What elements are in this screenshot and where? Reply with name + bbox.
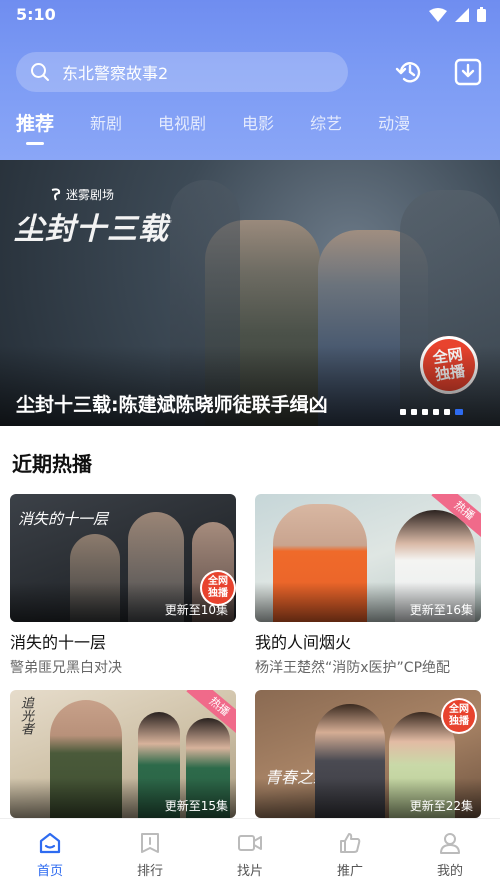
- search-query: 东北警察故事2: [62, 64, 169, 83]
- show-thumbnail: 消失的十一层 全网 独播 更新至10集: [10, 494, 236, 622]
- episode-update: 更新至15集: [164, 799, 228, 813]
- nav-label: 排行: [136, 864, 163, 879]
- header: 5:10 东北警察故事2 推荐 新剧 电视剧 电影 综艺 动漫: [0, 0, 500, 160]
- banner-dot[interactable]: [444, 409, 450, 415]
- nav-ranking[interactable]: 排行: [100, 819, 200, 888]
- banner-dot[interactable]: [411, 409, 417, 415]
- wifi-icon: [429, 7, 447, 22]
- show-thumbnail: 追光者 热播 更新至15集: [10, 690, 236, 818]
- show-subtitle: 杨洋王楚然“消防x医护”CP绝配: [255, 660, 451, 676]
- status-bar: 5:10: [0, 0, 500, 30]
- show-card[interactable]: 热播 更新至16集 我的人间烟火 杨洋王楚然“消防x医护”CP绝配: [255, 494, 481, 677]
- history-button[interactable]: [392, 54, 428, 90]
- tab-variety[interactable]: 综艺: [310, 112, 342, 136]
- show-card[interactable]: 青春之约 全网 独播 更新至22集: [255, 690, 481, 818]
- search-input[interactable]: 东北警察故事2: [16, 52, 348, 92]
- tab-movie[interactable]: 电影: [242, 112, 274, 136]
- episode-update: 更新至22集: [409, 799, 473, 813]
- nav-promote[interactable]: 推广: [300, 819, 400, 888]
- status-icons: [429, 7, 486, 22]
- episode-update: 更新至16集: [409, 603, 473, 617]
- nav-home[interactable]: 首页: [0, 819, 100, 888]
- banner-dot[interactable]: [422, 409, 428, 415]
- banner-dot-active[interactable]: [455, 409, 463, 415]
- search-icon: [31, 63, 49, 81]
- banner-dot[interactable]: [433, 409, 439, 415]
- episode-update: 更新至10集: [164, 603, 228, 617]
- show-title: 消失的十一层: [10, 633, 107, 652]
- show-title: 我的人间烟火: [255, 633, 352, 652]
- banner-logo-text: 迷雾剧场: [66, 188, 115, 202]
- nav-label: 推广: [336, 864, 363, 879]
- show-thumbnail: 青春之约 全网 独播 更新至22集: [255, 690, 481, 818]
- thumb-title-art: 追光者: [18, 696, 33, 735]
- nav-label: 我的: [436, 864, 463, 879]
- banner-dot[interactable]: [400, 409, 406, 415]
- tab-recommend[interactable]: 推荐: [16, 112, 54, 145]
- home-icon: [39, 832, 61, 854]
- banner-pagination: [400, 409, 463, 415]
- thumbs-up-icon: [340, 833, 361, 853]
- download-icon: [454, 58, 482, 86]
- hero-banner[interactable]: 迷雾剧场 尘封十三载 全网 独播: [0, 160, 500, 426]
- thumb-title-art: 消失的十一层: [18, 510, 109, 528]
- show-thumbnail: 热播 更新至16集: [255, 494, 481, 622]
- battery-icon: [477, 7, 486, 22]
- status-time: 5:10: [16, 5, 56, 24]
- section-title: 近期热播: [12, 452, 92, 476]
- tab-anime[interactable]: 动漫: [378, 112, 410, 136]
- video-camera-icon: [238, 835, 262, 851]
- nav-label: 首页: [36, 864, 63, 879]
- category-tabs: 推荐 新剧 电视剧 电影 综艺 动漫: [16, 112, 446, 145]
- tab-tv-series[interactable]: 电视剧: [158, 112, 206, 136]
- person-icon: [440, 833, 460, 854]
- banner-show-logo: 尘封十三载: [14, 212, 169, 247]
- nav-mine[interactable]: 我的: [400, 819, 500, 888]
- history-icon: [395, 62, 421, 83]
- mist-theater-logo-icon: [51, 187, 61, 200]
- download-button[interactable]: [450, 54, 486, 90]
- nav-label: 找片: [236, 864, 263, 879]
- nav-find-video[interactable]: 找片: [200, 819, 300, 888]
- show-card[interactable]: 消失的十一层 全网 独播 更新至10集 消失的十一层 警弟匪兄黑白对决: [10, 494, 236, 677]
- banner-title[interactable]: 尘封十三载:陈建斌陈晓师徒联手缉凶: [16, 390, 328, 417]
- banner-logo: 迷雾剧场: [50, 186, 114, 203]
- show-card[interactable]: 追光者 热播 更新至15集: [10, 690, 236, 818]
- ranking-icon: [141, 833, 159, 853]
- exclusive-badge: 全网 独播: [441, 698, 477, 734]
- show-subtitle: 警弟匪兄黑白对决: [10, 660, 122, 676]
- tab-new-drama[interactable]: 新剧: [90, 112, 122, 136]
- signal-icon: [455, 7, 469, 22]
- bottom-nav: 首页 排行 找片 推广 我的: [0, 818, 500, 888]
